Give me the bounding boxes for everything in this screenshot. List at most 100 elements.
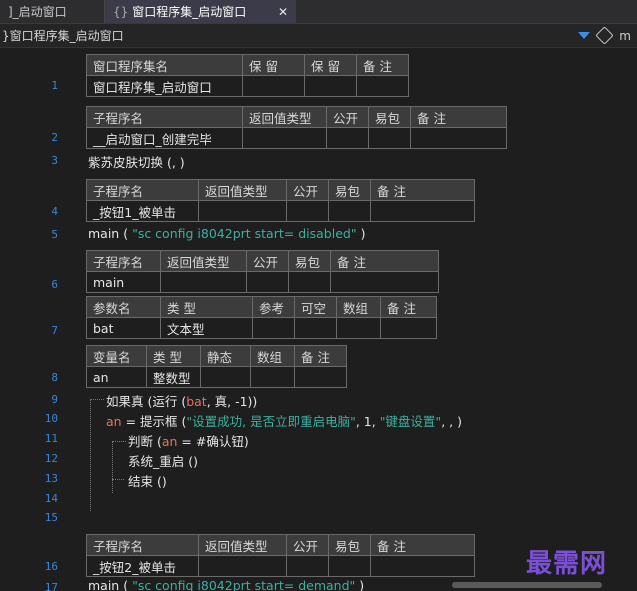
code-line[interactable]: 系统_重启 () xyxy=(128,451,198,470)
code-punctuation: ) xyxy=(360,226,366,241)
member-dropdown[interactable]: m xyxy=(619,29,631,43)
code-line[interactable]: main ( "sc config i8042prt start= demand… xyxy=(88,578,364,591)
table-cell[interactable] xyxy=(368,127,411,149)
table-cell[interactable] xyxy=(200,366,251,388)
header-cell: 备 注 xyxy=(356,54,409,76)
assembly-table: 窗口程序集名 保 留 保 留 备 注 窗口程序集_启动窗口 xyxy=(86,54,409,97)
variable-ref: an xyxy=(106,414,122,429)
code-editor[interactable]: 1 2 3 4 5 6 7 8 9 10 11 12 13 14 15 16 1… xyxy=(0,49,637,591)
variable-ref: bat xyxy=(186,394,207,409)
header-cell: 备 注 xyxy=(380,296,437,318)
table-cell[interactable] xyxy=(370,200,475,222)
line-number: 12 xyxy=(44,452,58,465)
line-number: 2 xyxy=(51,131,58,144)
close-icon[interactable]: ✕ xyxy=(278,5,288,19)
table-cell[interactable] xyxy=(356,75,409,97)
header-cell: 返回值类型 xyxy=(160,250,247,272)
line-number: 3 xyxy=(51,154,58,167)
subroutine-table: 子程序名 返回值类型 公开 易包 备 注 main xyxy=(86,250,439,293)
watermark-logo: 最需网 xyxy=(526,549,608,579)
code-punctuation: ) xyxy=(359,578,365,591)
table-cell[interactable] xyxy=(294,317,337,339)
code-text: = #确认钮) xyxy=(177,434,249,449)
header-cell: 公开 xyxy=(286,534,329,556)
line-number: 13 xyxy=(44,472,58,485)
line-gutter: 1 2 3 4 5 6 7 8 9 10 11 12 13 14 15 16 1… xyxy=(0,49,78,591)
line-number: 11 xyxy=(44,432,58,445)
table-cell[interactable] xyxy=(242,127,327,149)
flow-guide-line xyxy=(112,479,124,480)
code-line[interactable]: 紫苏皮肤切换 (, ) xyxy=(88,152,185,171)
table-cell[interactable] xyxy=(286,200,329,222)
header-cell: 易包 xyxy=(328,534,371,556)
table-cell[interactable] xyxy=(330,271,439,293)
header-cell: 可空 xyxy=(294,296,337,318)
code-line[interactable]: an = 提示框 ("设置成功, 是否立即重启电脑", 1, "键盘设置", ,… xyxy=(106,411,462,430)
tab-startup-window[interactable]: ]_启动窗口 xyxy=(0,0,104,23)
table-cell[interactable] xyxy=(410,127,507,149)
table-cell[interactable] xyxy=(326,127,369,149)
table-cell[interactable] xyxy=(380,317,437,339)
tab-label: 窗口程序集_启动窗口 xyxy=(132,5,247,19)
code-line[interactable]: 判断 (an = #确认钮) xyxy=(128,431,249,450)
assembly-name-cell[interactable]: 窗口程序集_启动窗口 xyxy=(86,75,243,97)
braces-icon: {} xyxy=(113,4,129,19)
table-cell[interactable] xyxy=(160,271,247,293)
table-cell[interactable] xyxy=(370,555,475,577)
header-cell: 数组 xyxy=(336,296,381,318)
variable-name-cell[interactable]: an xyxy=(86,366,147,388)
code-line[interactable]: 结束 () xyxy=(128,471,167,490)
header-cell: 子程序名 xyxy=(86,534,199,556)
line-number: 7 xyxy=(51,324,58,337)
dropdown-arrow-icon[interactable] xyxy=(578,32,591,39)
table-cell[interactable] xyxy=(328,200,371,222)
cube-icon[interactable] xyxy=(595,26,614,45)
header-cell: 数组 xyxy=(250,345,295,367)
line-number: 15 xyxy=(44,511,58,524)
table-cell[interactable] xyxy=(198,200,287,222)
table-cell[interactable] xyxy=(250,366,295,388)
parameter-name-cell[interactable]: bat xyxy=(86,317,161,339)
horizontal-scrollbar[interactable] xyxy=(452,582,602,588)
string-literal: "sc config i8042prt start= disabled" xyxy=(132,226,357,241)
header-cell: 保 留 xyxy=(242,54,305,76)
code-line[interactable]: main ( "sc config i8042prt start= disabl… xyxy=(88,226,365,241)
table-cell[interactable] xyxy=(328,555,371,577)
subroutine-name-cell[interactable]: main xyxy=(86,271,161,293)
header-cell: 类 型 xyxy=(146,345,201,367)
tab-label: ]_启动窗口 xyxy=(8,5,67,19)
header-cell: 窗口程序集名 xyxy=(86,54,243,76)
tab-window-assembly[interactable]: {} 窗口程序集_启动窗口 ✕ xyxy=(104,0,296,23)
header-cell: 备 注 xyxy=(370,179,475,201)
breadcrumb[interactable]: }窗口程序集_启动窗口 xyxy=(0,27,124,44)
table-cell[interactable] xyxy=(246,271,289,293)
table-cell[interactable] xyxy=(294,366,347,388)
code-text: , 真, -1)) xyxy=(206,394,258,409)
table-cell[interactable] xyxy=(252,317,295,339)
header-cell: 子程序名 xyxy=(86,179,199,201)
table-cell[interactable] xyxy=(288,271,331,293)
subroutine-table: 子程序名 返回值类型 公开 易包 备 注 _按钮2_被单击 xyxy=(86,534,475,577)
line-number: 10 xyxy=(44,412,58,425)
code-line[interactable]: 如果真 (运行 (bat, 真, -1)) xyxy=(106,391,257,410)
subroutine-table: 子程序名 返回值类型 公开 易包 备 注 __启动窗口_创建完毕 xyxy=(86,106,507,149)
header-cell: 备 注 xyxy=(294,345,347,367)
header-cell: 子程序名 xyxy=(86,250,161,272)
table-cell[interactable] xyxy=(304,75,357,97)
subroutine-name-cell[interactable]: _按钮2_被单击 xyxy=(86,555,199,577)
line-number: 5 xyxy=(51,228,58,241)
flow-guide-line xyxy=(112,441,126,442)
string-literal: "sc config i8042prt start= demand" xyxy=(132,578,356,591)
header-cell: 易包 xyxy=(368,106,411,128)
table-cell[interactable] xyxy=(242,75,305,97)
table-cell[interactable] xyxy=(198,555,287,577)
subroutine-name-cell[interactable]: _按钮1_被单击 xyxy=(86,200,199,222)
table-cell[interactable] xyxy=(336,317,381,339)
parameter-type-cell[interactable]: 文本型 xyxy=(160,317,253,339)
header-cell: 备 注 xyxy=(410,106,507,128)
subroutine-name-cell[interactable]: __启动窗口_创建完毕 xyxy=(86,127,243,149)
header-cell: 易包 xyxy=(288,250,331,272)
variable-type-cell[interactable]: 整数型 xyxy=(146,366,201,388)
table-cell[interactable] xyxy=(286,555,329,577)
header-cell: 易包 xyxy=(328,179,371,201)
